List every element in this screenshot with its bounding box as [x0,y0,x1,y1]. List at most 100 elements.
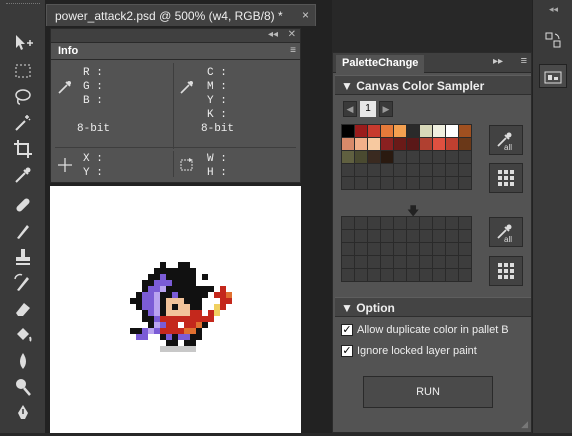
palette-empty-cell[interactable] [381,217,393,229]
lasso-tool-icon[interactable] [8,84,38,110]
palette-empty-cell[interactable] [342,230,354,242]
palette-empty-cell[interactable] [368,164,380,176]
panel-menu-icon[interactable]: ≡ [521,55,527,67]
palette-empty-cell[interactable] [459,164,471,176]
palette-empty-cell[interactable] [368,243,380,255]
option-header[interactable]: ▼ Option [335,297,531,317]
palette-swatch[interactable] [355,125,367,137]
palette-empty-cell[interactable] [394,164,406,176]
palette-empty-cell[interactable] [459,177,471,189]
grid-view-button[interactable] [489,163,523,193]
palette-empty-cell[interactable] [342,269,354,281]
palette-swatch[interactable] [407,138,419,150]
palette-b-grid[interactable] [341,216,472,282]
prev-page-button[interactable]: ◀ [343,101,357,117]
palette-empty-cell[interactable] [459,151,471,163]
palette-empty-cell[interactable] [446,269,458,281]
palette-empty-cell[interactable] [433,269,445,281]
palette-swatch[interactable] [381,151,393,163]
palette-empty-cell[interactable] [407,164,419,176]
palette-empty-cell[interactable] [355,230,367,242]
palette-empty-cell[interactable] [381,243,393,255]
palette-empty-cell[interactable] [407,177,419,189]
palette-empty-cell[interactable] [381,164,393,176]
palette-empty-cell[interactable] [342,164,354,176]
ignore-locked-checkbox[interactable]: ✓ Ignore locked layer paint [341,345,477,357]
palette-empty-cell[interactable] [368,230,380,242]
palette-empty-cell[interactable] [459,217,471,229]
palette-swatch[interactable] [355,138,367,150]
run-button[interactable]: RUN [363,376,493,408]
palette-swatch[interactable] [342,138,354,150]
palette-empty-cell[interactable] [446,217,458,229]
checkbox-checked-icon[interactable]: ✓ [341,324,353,336]
palette-empty-cell[interactable] [433,256,445,268]
palette-empty-cell[interactable] [459,230,471,242]
palette-swatch[interactable] [433,138,445,150]
palette-swatch[interactable] [368,125,380,137]
palette-empty-cell[interactable] [355,217,367,229]
palette-empty-cell[interactable] [446,177,458,189]
palette-empty-cell[interactable] [368,256,380,268]
palette-empty-cell[interactable] [355,243,367,255]
palette-empty-cell[interactable] [433,164,445,176]
palette-empty-cell[interactable] [433,177,445,189]
marquee-tool-icon[interactable] [8,58,38,84]
palette-empty-cell[interactable] [394,151,406,163]
palette-empty-cell[interactable] [381,230,393,242]
palette-empty-cell[interactable] [459,243,471,255]
palette-empty-cell[interactable] [420,217,432,229]
palette-swatch[interactable] [394,125,406,137]
palette-empty-cell[interactable] [459,269,471,281]
palette-swatch[interactable] [433,125,445,137]
stamp-tool-icon[interactable] [8,244,38,270]
palette-empty-cell[interactable] [381,269,393,281]
document-canvas[interactable] [50,186,301,433]
eraser-tool-icon[interactable] [8,296,38,322]
close-icon[interactable]: × [302,8,309,22]
palette-empty-cell[interactable] [420,164,432,176]
palette-swatch[interactable] [368,151,380,163]
palette-empty-cell[interactable] [407,230,419,242]
palette-empty-cell[interactable] [433,243,445,255]
palette-empty-cell[interactable] [446,164,458,176]
palette-empty-cell[interactable] [381,256,393,268]
palette-empty-cell[interactable] [446,230,458,242]
palette-swatch[interactable] [342,151,354,163]
palette-swatch[interactable] [381,138,393,150]
checkbox-checked-icon[interactable]: ✓ [341,345,353,357]
canvas-color-sampler-header[interactable]: ▼ Canvas Color Sampler [335,75,531,95]
palette-empty-cell[interactable] [394,243,406,255]
palette-empty-cell[interactable] [433,230,445,242]
allow-duplicate-checkbox[interactable]: ✓ Allow duplicate color in pallet B [341,324,509,336]
expand-icon[interactable]: ◂◂ [549,4,558,15]
palette-empty-cell[interactable] [420,230,432,242]
toolbar-grip[interactable] [6,3,40,7]
palette-swatch[interactable] [368,138,380,150]
paint-bucket-tool-icon[interactable] [8,322,38,348]
palette-swatch[interactable] [381,125,393,137]
crop-tool-icon[interactable] [8,136,38,162]
grid-view-button[interactable] [489,256,523,286]
magic-wand-tool-icon[interactable] [8,110,38,136]
palette-swatch[interactable] [446,138,458,150]
palette-empty-cell[interactable] [420,243,432,255]
palette-empty-cell[interactable] [446,256,458,268]
history-icon[interactable] [539,28,567,52]
palette-empty-cell[interactable] [459,256,471,268]
palette-empty-cell[interactable] [355,256,367,268]
dodge-tool-icon[interactable] [8,374,38,400]
palette-empty-cell[interactable] [420,177,432,189]
palette-a-grid[interactable] [341,124,472,190]
tab-palettechange[interactable]: PaletteChange [336,55,425,73]
palette-empty-cell[interactable] [407,217,419,229]
palette-empty-cell[interactable] [355,177,367,189]
palette-empty-cell[interactable] [407,269,419,281]
document-tab[interactable]: power_attack2.psd @ 500% (w4, RGB/8) * × [46,4,316,26]
palette-empty-cell[interactable] [394,256,406,268]
palette-empty-cell[interactable] [342,243,354,255]
palette-empty-cell[interactable] [433,217,445,229]
palette-swatch[interactable] [446,125,458,137]
palette-empty-cell[interactable] [394,217,406,229]
palette-empty-cell[interactable] [446,151,458,163]
